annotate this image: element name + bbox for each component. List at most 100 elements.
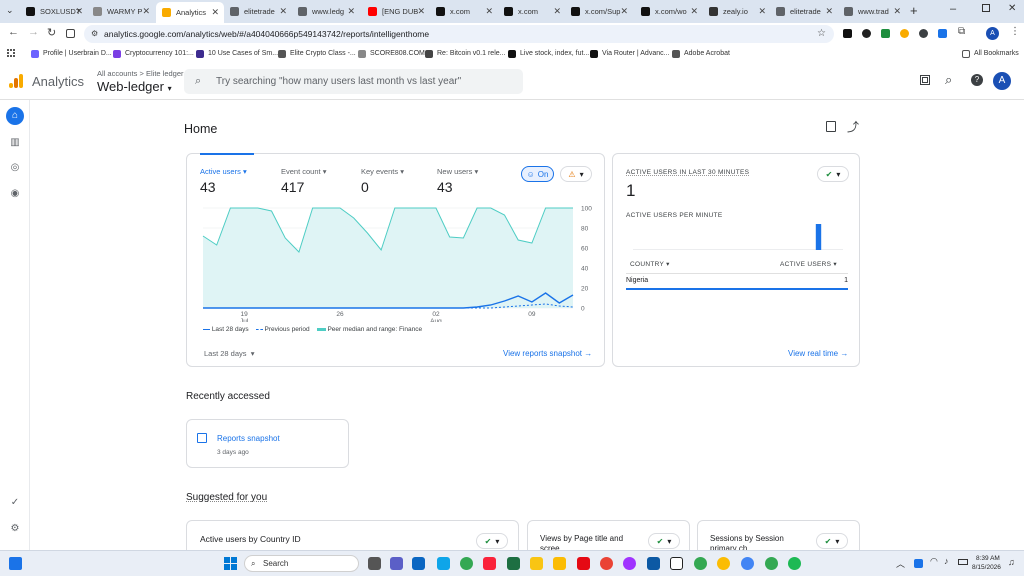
extension-icon-2[interactable] xyxy=(862,29,871,38)
customize-icon[interactable] xyxy=(826,121,836,132)
metric-tab-key-events[interactable]: Key events ▾ 0 xyxy=(361,167,431,195)
advertising-nav-icon[interactable]: ◉ xyxy=(8,186,22,200)
admin-gear-icon[interactable]: ⚙ xyxy=(8,521,22,535)
minimize-icon[interactable]: – xyxy=(950,3,956,15)
spotify-icon[interactable] xyxy=(788,557,801,570)
tab-close-icon[interactable]: ✕ xyxy=(893,6,901,17)
help-icon[interactable]: ? xyxy=(971,74,983,86)
extension-icon-4[interactable] xyxy=(900,29,909,38)
tab-close-icon[interactable]: ✕ xyxy=(211,7,219,18)
tab-close-icon[interactable]: ✕ xyxy=(142,6,150,17)
chrome-icon-3[interactable] xyxy=(717,557,730,570)
bookmark-item[interactable]: Elite Crypto Class -... xyxy=(278,46,356,61)
chrome-profile-icon[interactable] xyxy=(600,557,613,570)
browser-tab[interactable]: elitetrade ✕ xyxy=(770,3,838,20)
new-tab-button[interactable]: + xyxy=(910,3,918,18)
browser-tab[interactable]: elitetrade ✕ xyxy=(224,3,292,20)
file-explorer-icon[interactable] xyxy=(530,557,543,570)
card-status-dropdown[interactable]: ✔ ▾ xyxy=(476,533,508,549)
browser-tab[interactable]: x.com ✕ xyxy=(498,3,566,20)
split-view-icon[interactable] xyxy=(66,29,75,38)
explore-nav-icon[interactable]: ◎ xyxy=(8,160,22,174)
country-column-header[interactable]: COUNTRY ▾ xyxy=(630,260,670,268)
browser-tab[interactable]: x.com ✕ xyxy=(430,3,498,20)
start-windows-icon[interactable] xyxy=(224,557,237,570)
chrome-icon-2[interactable] xyxy=(694,557,707,570)
tab-close-icon[interactable]: ✕ xyxy=(553,6,561,17)
chat-app-icon[interactable] xyxy=(390,557,403,570)
reports-nav-icon[interactable]: ▥ xyxy=(8,135,22,149)
bookmark-item[interactable]: Live stock, index, fut... xyxy=(508,46,589,61)
insights-icon[interactable]: ⤴ xyxy=(847,118,859,135)
property-selector[interactable]: Web-ledger ▾ xyxy=(97,79,172,94)
site-info-icon[interactable]: ⚙ xyxy=(91,25,98,43)
store-icon[interactable] xyxy=(412,557,425,570)
taskbar-search[interactable]: ⌕ Search xyxy=(244,555,359,572)
extensions-puzzle-icon[interactable]: ⧉ xyxy=(958,26,965,37)
battery-icon[interactable] xyxy=(958,559,968,565)
search-insights-icon[interactable]: ⌕ xyxy=(945,72,952,88)
bookmark-star-icon[interactable]: ☆ xyxy=(817,25,826,43)
tab-close-icon[interactable]: ✕ xyxy=(279,6,287,17)
task-view-icon[interactable] xyxy=(368,557,381,570)
apps-icon[interactable] xyxy=(920,75,930,85)
close-window-icon[interactable]: ✕ xyxy=(1008,3,1016,14)
recent-item-card[interactable]: Reports snapshot 3 days ago xyxy=(186,419,349,468)
edge-icon[interactable] xyxy=(647,557,660,570)
bookmark-item[interactable]: Adobe Acrobat xyxy=(672,46,730,61)
browser-tab[interactable]: www.trad ✕ xyxy=(838,3,906,20)
tab-search-icon[interactable]: ⌄ xyxy=(6,5,14,16)
tab-close-icon[interactable]: ✕ xyxy=(690,6,698,17)
view-real-time-link[interactable]: View real time → xyxy=(788,349,848,358)
browser-tab[interactable]: zealy.io ✕ xyxy=(703,3,771,20)
browser-tab[interactable]: x.com/Sup ✕ xyxy=(565,3,633,20)
metric-tab-new-users[interactable]: New users ▾ 43 xyxy=(437,167,507,195)
volume-icon[interactable]: ♪ xyxy=(944,556,949,566)
browser-tab[interactable]: [ENG DUB ✕ xyxy=(362,3,430,20)
bookmark-item[interactable]: Profile | Userbrain D... xyxy=(31,46,112,61)
peer-benchmark-toggle[interactable]: ☺ On xyxy=(521,166,554,182)
music-icon[interactable] xyxy=(483,557,496,570)
bookmark-item[interactable]: Re: Bitcoin v0.1 rele... xyxy=(425,46,505,61)
messenger-icon[interactable] xyxy=(623,557,636,570)
photos-icon[interactable] xyxy=(437,557,450,570)
tray-app-icon[interactable] xyxy=(914,559,923,568)
clock-date[interactable]: 8/15/2026 xyxy=(972,564,1001,571)
profile-avatar[interactable]: A xyxy=(986,27,999,40)
tab-close-icon[interactable]: ✕ xyxy=(485,6,493,17)
all-bookmarks[interactable]: All Bookmarks xyxy=(962,46,1019,61)
metric-tab-event-count[interactable]: Event count ▾ 417 xyxy=(281,167,351,195)
chrome-icon[interactable] xyxy=(460,557,473,570)
back-icon[interactable]: ← xyxy=(8,26,19,38)
tab-close-icon[interactable]: ✕ xyxy=(347,6,355,17)
browser-tab[interactable]: WARMY P ✕ xyxy=(87,3,155,20)
date-range-selector[interactable]: Last 28 days ▾ xyxy=(204,349,254,358)
tab-close-icon[interactable]: ✕ xyxy=(825,6,833,17)
wifi-icon[interactable]: ◠ xyxy=(930,556,938,567)
bookmark-item[interactable]: Cryptocurrency 101:... xyxy=(113,46,194,61)
url-field[interactable]: ⚙ analytics.google.com/analytics/web/#/a… xyxy=(84,25,834,43)
tab-close-icon[interactable]: ✕ xyxy=(75,6,83,17)
restore-icon[interactable] xyxy=(982,4,990,12)
forward-icon[interactable]: → xyxy=(28,26,39,38)
chrome-icon-4[interactable] xyxy=(741,557,754,570)
browser-menu-icon[interactable]: ⋮ xyxy=(1010,26,1020,37)
chrome-icon-5[interactable] xyxy=(765,557,778,570)
browser-tab[interactable]: x.com/wo ✕ xyxy=(635,3,703,20)
tab-close-icon[interactable]: ✕ xyxy=(417,6,425,17)
clock-time[interactable]: 8:39 AM xyxy=(976,555,1000,562)
bookmark-item[interactable]: Via Router | Advanc... xyxy=(590,46,669,61)
bookmark-item[interactable]: SCORE808.COM xyxy=(358,46,425,61)
widgets-icon[interactable] xyxy=(9,557,22,570)
card-status-dropdown[interactable]: ✔ ▾ xyxy=(816,533,848,549)
realtime-status-dropdown[interactable]: ✔ ▾ xyxy=(817,166,849,182)
extension-icon-3[interactable] xyxy=(881,29,890,38)
tab-close-icon[interactable]: ✕ xyxy=(758,6,766,17)
view-reports-snapshot-link[interactable]: View reports snapshot → xyxy=(503,349,592,358)
extension-icon-6[interactable] xyxy=(938,29,947,38)
metric-tab-active-users[interactable]: Active users ▾ 43 xyxy=(200,167,270,195)
bookmark-item[interactable]: 10 Use Cases of Sm... xyxy=(196,46,278,61)
netflix-icon[interactable] xyxy=(577,557,590,570)
search-input[interactable]: ⌕ Try searching "how many users last mon… xyxy=(184,69,523,94)
drive-icon[interactable] xyxy=(553,557,566,570)
